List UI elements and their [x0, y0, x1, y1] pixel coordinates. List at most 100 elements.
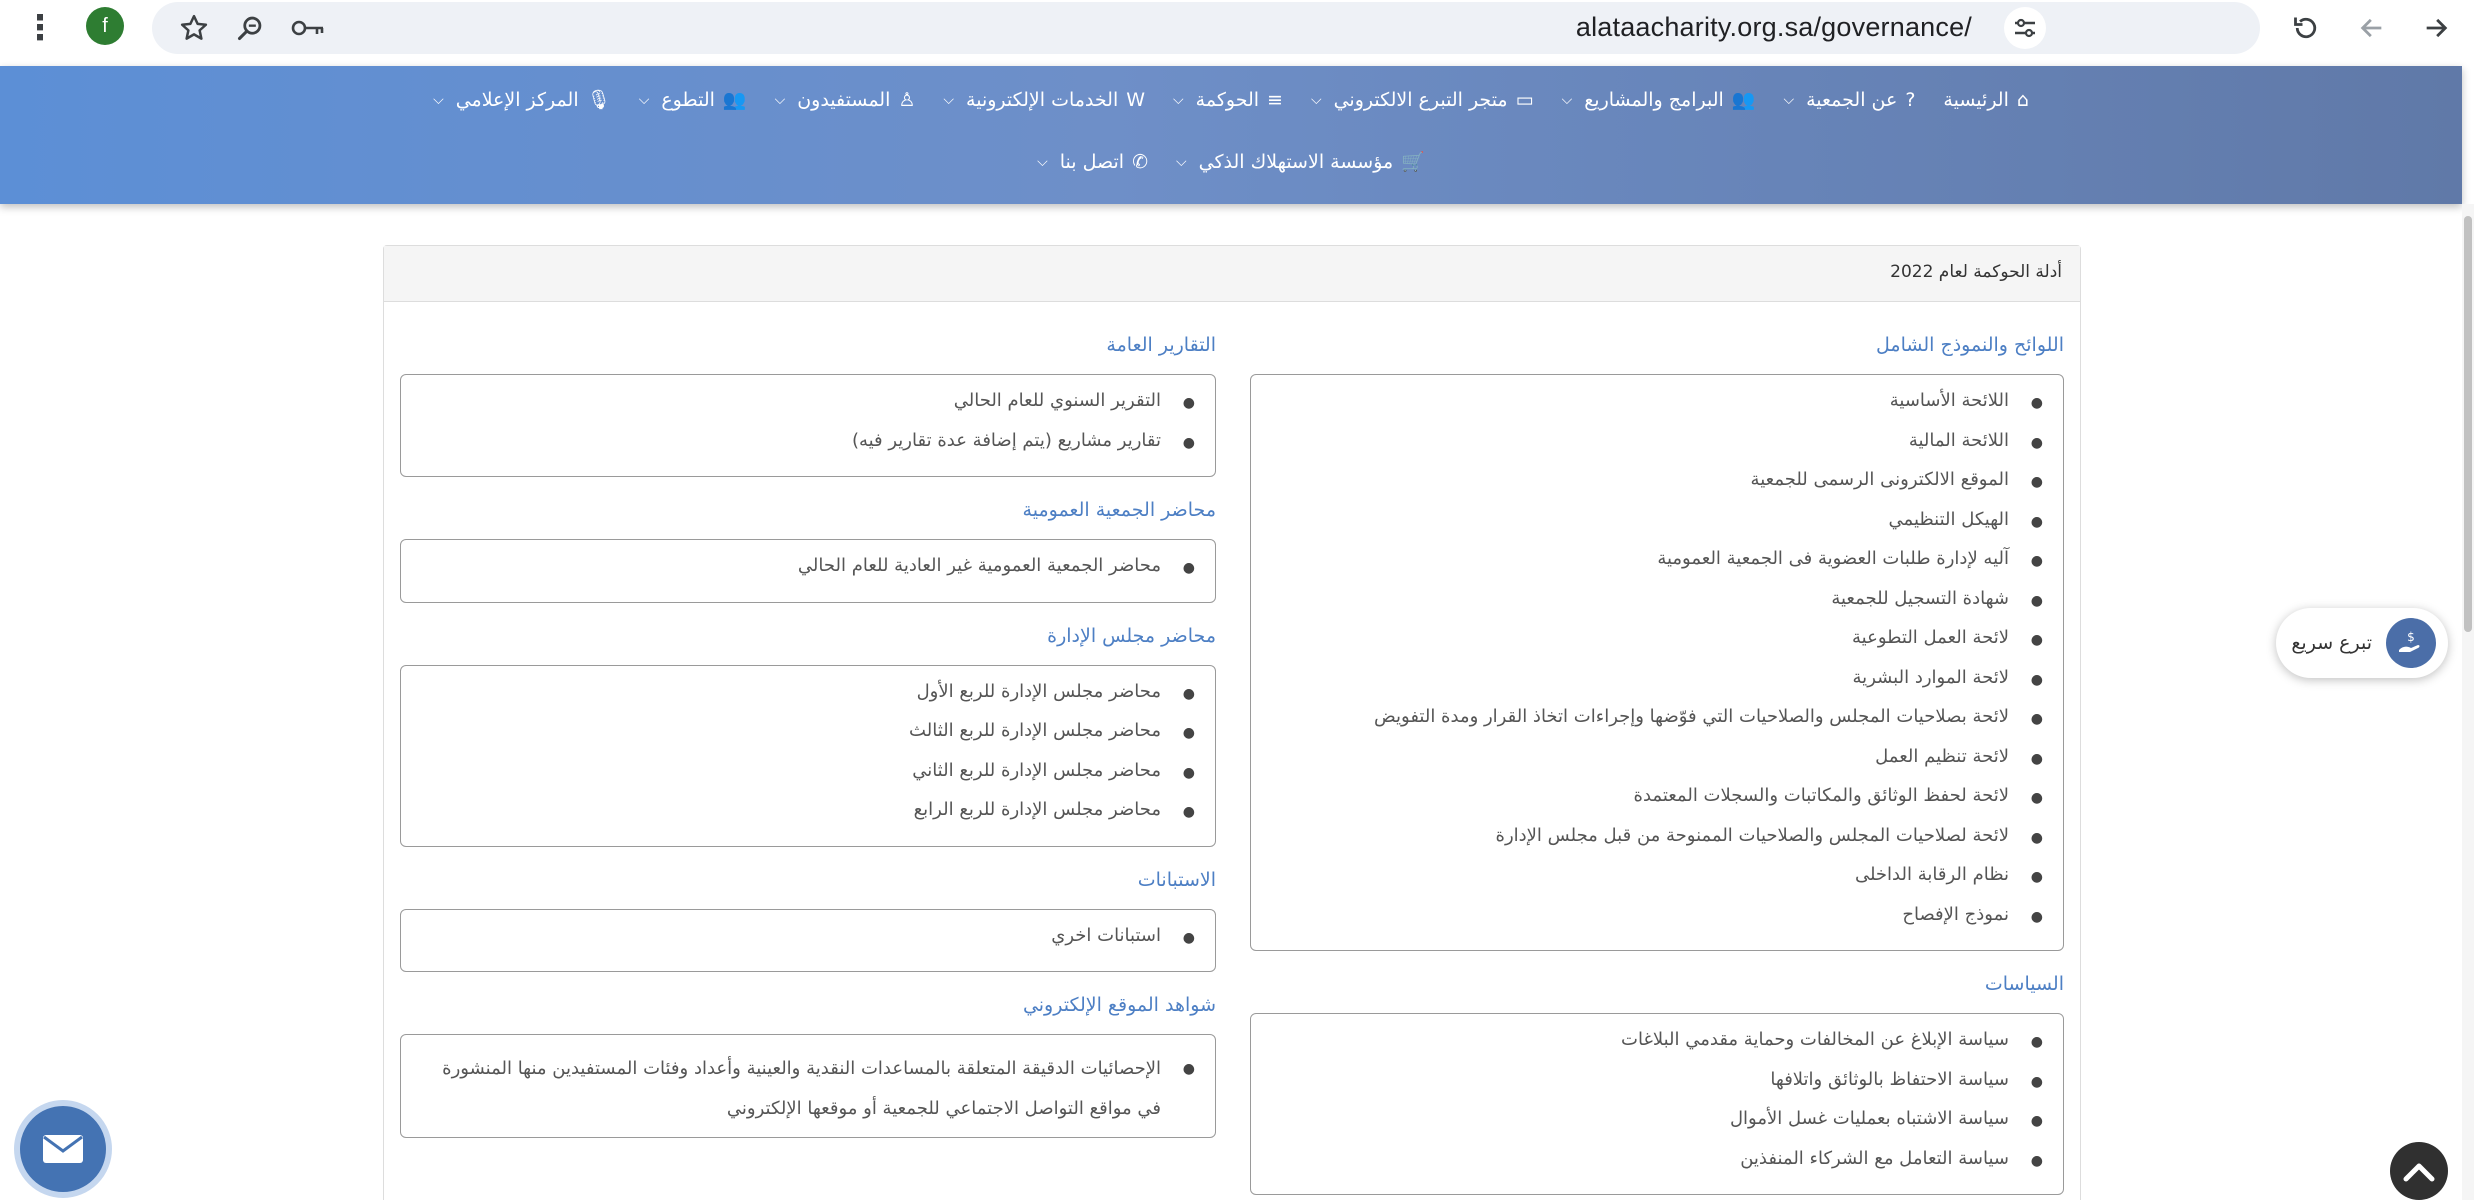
scrollbar-thumb[interactable]	[2464, 216, 2472, 632]
zoom-icon[interactable]	[230, 8, 270, 48]
list-item[interactable]: ● محاضر مجلس الإدارة للربع الأول	[421, 680, 1195, 720]
nav-item-volunteering[interactable]: 👥 التطوع ⌵	[639, 88, 747, 112]
link-text[interactable]: اللائحة المالية	[1909, 429, 2009, 469]
tune-icon[interactable]	[2004, 7, 2046, 49]
address-bar[interactable]: alataacharity.org.sa/governance/	[152, 2, 2260, 54]
reload-icon[interactable]	[2286, 8, 2326, 48]
back-icon[interactable]	[2352, 8, 2392, 48]
link-text[interactable]: محاضر مجلس الإدارة للربع الرابع	[914, 798, 1161, 838]
nav-label: المستفيدون	[797, 88, 891, 111]
list-item[interactable]: ● سياسة الإبلاغ عن المخالفات وحماية مقدمي…	[1271, 1028, 2043, 1068]
more-vert-icon[interactable]: ⋮	[20, 8, 60, 48]
bullet-icon: ●	[2030, 1113, 2043, 1129]
nav-item-smart-consumption[interactable]: 🛒 مؤسسة الاستهلاك الذكي ⌵	[1176, 150, 1425, 174]
nav-item-media-center[interactable]: 🎙 المركز الإعلامي ⌵	[433, 88, 611, 112]
link-text[interactable]: نظام الرقابة الداخلى	[1855, 863, 2009, 903]
link-text[interactable]: لائحة العمل التطوعية	[1852, 626, 2009, 666]
link-text[interactable]: لائحة لصلاحيات المجلس والصلاحيات الممنوح…	[1496, 824, 2009, 864]
right-column: اللوائح والنموذج الشامل ● اللائحة الأساسي…	[1250, 334, 2064, 1200]
nav-label: متجر التبرع الالكتروني	[1333, 88, 1508, 111]
link-text[interactable]: محاضر مجلس الإدارة للربع الثالث	[909, 719, 1161, 759]
section-title: السياسات	[1984, 973, 2064, 995]
list-item[interactable]: ● سياسة الاحتفاظ بالوثائق واتلافها	[1271, 1068, 2043, 1108]
link-text[interactable]: سياسة الاحتفاظ بالوثائق واتلافها	[1770, 1068, 2009, 1108]
url-text[interactable]: alataacharity.org.sa/governance/	[1576, 12, 1972, 43]
link-text[interactable]: محاضر الجمعية العمومية غير العادية للعام…	[798, 554, 1161, 594]
link-text[interactable]: سياسة الاشتباه بعمليات غسل الأموال	[1730, 1107, 2009, 1147]
list-item[interactable]: ● الهيكل التنظيمي	[1271, 508, 2043, 548]
nav-item-e-services[interactable]: W الخدمات الإلكترونية ⌵	[943, 89, 1145, 111]
governance-card: أدلة الحوكمة لعام 2022 اللوائح والنموذج …	[383, 245, 2081, 1200]
list-item[interactable]: ● شهادة التسجيل للجمعية	[1271, 587, 2043, 627]
list-item[interactable]: ● محاضر مجلس الإدارة للربع الثاني	[421, 759, 1195, 799]
nav-item-about[interactable]: ? عن الجمعية ⌵	[1783, 89, 1915, 111]
list-item[interactable]: ● آليه لإدارة طلبات العضوية فى الجمعية ال…	[1271, 547, 2043, 587]
list-item[interactable]: ● لائحة بصلاحيات المجلس والصلاحيات التي ف…	[1271, 705, 2043, 745]
link-text[interactable]: آليه لإدارة طلبات العضوية فى الجمعية الع…	[1657, 547, 2009, 587]
cart-icon: 🛒	[1401, 151, 1425, 173]
w-icon: W	[1126, 88, 1146, 111]
bullet-icon: ●	[2030, 790, 2043, 806]
profile-avatar[interactable]: f	[86, 7, 124, 45]
list-item[interactable]: ● تقارير مشاريع (يتم إضافة عدة تقارير فيه…	[421, 429, 1195, 469]
list-item[interactable]: ● لائحة العمل التطوعية	[1271, 626, 2043, 666]
nav-item-governance[interactable]: ≡ الحوكمة ⌵	[1173, 89, 1283, 111]
list-item[interactable]: ● سياسة التعامل مع الشركاء المنفذين	[1271, 1147, 2043, 1187]
scroll-top-button[interactable]	[2390, 1142, 2448, 1200]
nav-label: المركز الإعلامي	[455, 88, 579, 111]
list-item[interactable]: ● نموذج الإفصاح	[1271, 903, 2043, 943]
link-text[interactable]: محاضر مجلس الإدارة للربع الأول	[917, 680, 1161, 720]
list-item[interactable]: ● محاضر مجلس الإدارة للربع الرابع	[421, 798, 1195, 838]
key-icon[interactable]	[288, 8, 328, 48]
list-item[interactable]: ● لائحة تنظيم العمل	[1271, 745, 2043, 785]
list-item[interactable]: ● الموقع الالكترونى الرسمى للجمعية	[1271, 468, 2043, 508]
link-text[interactable]: سياسة التعامل مع الشركاء المنفذين	[1740, 1147, 2009, 1187]
website-evidence-box: ● الإحصائيات الدقيقة المتعلقة بالمساعدات …	[400, 1034, 1216, 1138]
link-text[interactable]: محاضر مجلس الإدارة للربع الثاني	[912, 759, 1161, 799]
star-icon[interactable]	[174, 8, 214, 48]
list-item[interactable]: ● التقرير السنوي للعام الحالي	[421, 389, 1195, 429]
link-text[interactable]: الهيكل التنظيمي	[1889, 508, 2009, 548]
nav-item-contact[interactable]: ✆ اتصل بنا ⌵	[1037, 151, 1148, 173]
list-item[interactable]: ● محاضر الجمعية العمومية غير العادية للعا…	[421, 554, 1195, 594]
link-text[interactable]: التقرير السنوي للعام الحالي	[954, 389, 1161, 429]
nav-item-programs[interactable]: 👥 البرامج والمشاريع ⌵	[1561, 88, 1756, 112]
list-item[interactable]: ● لائحة لصلاحيات المجلس والصلاحيات الممنو…	[1271, 824, 2043, 864]
link-text[interactable]: تقارير مشاريع (يتم إضافة عدة تقارير فيه)	[852, 429, 1161, 469]
quick-donate-button[interactable]: $ تبرع سريع	[2276, 608, 2448, 678]
link-text[interactable]: الموقع الالكترونى الرسمى للجمعية	[1751, 468, 2009, 508]
chevron-down-icon: ⌵	[1561, 91, 1573, 108]
mail-button[interactable]	[14, 1100, 112, 1198]
list-item[interactable]: ● محاضر مجلس الإدارة للربع الثالث	[421, 719, 1195, 759]
list-item[interactable]: ● لائحة لحفظ الوثائق والمكاتبات والسجلات …	[1271, 784, 2043, 824]
bullet-icon: ●	[1182, 1061, 1195, 1077]
link-text[interactable]: شهادة التسجيل للجمعية	[1831, 587, 2009, 627]
list-item[interactable]: ● الإحصائيات الدقيقة المتعلقة بالمساعدات …	[421, 1049, 1195, 1129]
link-text[interactable]: لائحة الموارد البشرية	[1853, 666, 2009, 706]
bullet-icon: ●	[1182, 395, 1195, 411]
chevron-down-icon: ⌵	[774, 91, 786, 108]
list-item[interactable]: ● اللائحة المالية	[1271, 429, 2043, 469]
list-item[interactable]: ● استبانات اخري	[421, 924, 1195, 964]
bullet-icon: ●	[2030, 513, 2043, 530]
list-item[interactable]: ● سياسة الاشتباه بعمليات غسل الأموال	[1271, 1107, 2043, 1147]
forward-icon[interactable]	[2416, 8, 2456, 48]
link-text[interactable]: نموذج الإفصاح	[1902, 903, 2009, 943]
link-text[interactable]: اللائحة الأساسية	[1890, 389, 2009, 429]
link-text[interactable]: الإحصائيات الدقيقة المتعلقة بالمساعدات ا…	[421, 1049, 1161, 1129]
bullet-icon: ●	[2030, 671, 2043, 688]
bullet-icon: ●	[2030, 1073, 2043, 1090]
general-reports-box: ● التقرير السنوي للعام الحالي ● تقارير مشا…	[400, 374, 1216, 477]
bullet-icon: ●	[2030, 1034, 2043, 1050]
nav-item-home[interactable]: ⌂ الرئيسية	[1943, 89, 2029, 111]
list-item[interactable]: ● لائحة الموارد البشرية	[1271, 666, 2043, 706]
list-item[interactable]: ● نظام الرقابة الداخلى	[1271, 863, 2043, 903]
link-text[interactable]: سياسة الإبلاغ عن المخالفات وحماية مقدمي …	[1621, 1028, 2009, 1068]
nav-item-donation-store[interactable]: ▭ متجر التبرع الالكتروني ⌵	[1311, 89, 1534, 111]
list-item[interactable]: ● اللائحة الأساسية	[1271, 389, 2043, 429]
link-text[interactable]: لائحة لحفظ الوثائق والمكاتبات والسجلات ا…	[1634, 784, 2009, 824]
link-text[interactable]: لائحة بصلاحيات المجلس والصلاحيات التي فو…	[1374, 705, 2009, 745]
link-text[interactable]: لائحة تنظيم العمل	[1875, 745, 2009, 785]
link-text[interactable]: استبانات اخري	[1051, 924, 1161, 964]
nav-item-beneficiaries[interactable]: ♙ المستفيدون ⌵	[775, 89, 916, 111]
